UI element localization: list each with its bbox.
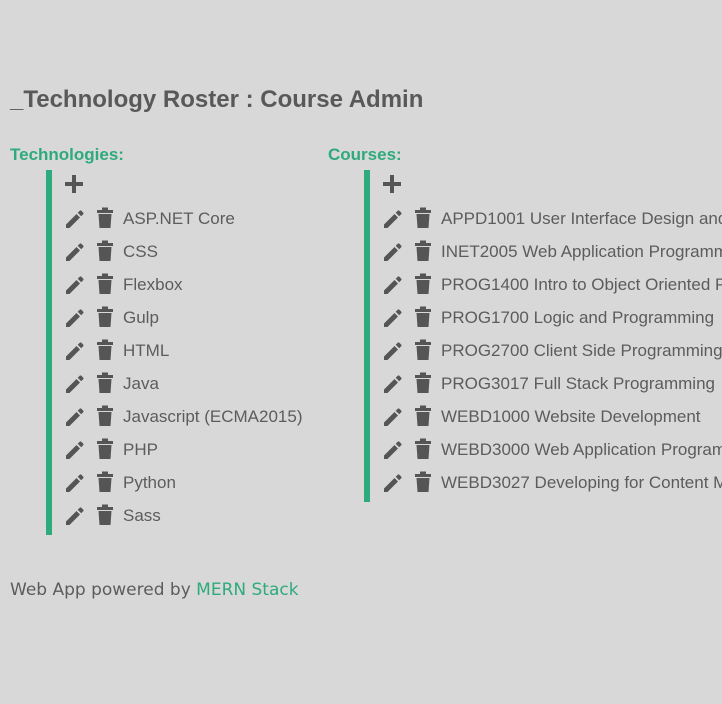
footer-text: Web App powered by [10,580,197,600]
course-label: WEBD1000 Website Development [441,407,701,426]
trash-icon[interactable] [96,306,114,328]
technology-label: Javascript (ECMA2015) [123,407,303,426]
course-label: PROG1700 Logic and Programming [441,308,715,327]
trash-icon[interactable] [96,339,114,361]
trash-icon[interactable] [414,405,432,427]
trash-icon[interactable] [414,372,432,394]
pencil-icon[interactable] [64,406,86,428]
courses-heading: Courses: [328,145,402,164]
course-label: WEBD3027 Developing for Content M [441,473,722,492]
trash-icon[interactable] [96,240,114,262]
footer: Web App powered by MERN Stack [10,580,299,600]
pencil-icon[interactable] [64,373,86,395]
pencil-icon[interactable] [64,307,86,329]
technology-label: Sass [123,506,161,525]
technologies-heading: Technologies: [10,145,124,164]
pencil-icon[interactable] [64,241,86,263]
trash-icon[interactable] [96,207,114,229]
course-label: PROG2700 Client Side Programming [441,341,722,360]
pencil-icon[interactable] [382,472,404,494]
technology-label: ASP.NET Core [123,209,235,228]
trash-icon[interactable] [96,471,114,493]
trash-icon[interactable] [96,273,114,295]
technology-label: HTML [123,341,170,360]
mern-stack-link[interactable]: MERN Stack [196,580,298,600]
course-label: WEBD3000 Web Application Program [441,440,722,459]
pencil-icon[interactable] [382,274,404,296]
trash-icon[interactable] [414,438,432,460]
pencil-icon[interactable] [382,307,404,329]
plus-icon[interactable] [382,174,402,194]
technology-label: Gulp [123,308,159,327]
pencil-icon[interactable] [64,505,86,527]
pencil-icon[interactable] [64,274,86,296]
technology-label: CSS [123,242,158,261]
trash-icon[interactable] [414,240,432,262]
trash-icon[interactable] [414,471,432,493]
pencil-icon[interactable] [382,406,404,428]
trash-icon[interactable] [414,339,432,361]
pencil-icon[interactable] [64,340,86,362]
course-label: PROG1400 Intro to Object Oriented P [441,275,722,294]
technology-label: Java [123,374,159,393]
pencil-icon[interactable] [382,439,404,461]
trash-icon[interactable] [414,207,432,229]
technology-label: PHP [123,440,158,459]
trash-icon[interactable] [414,306,432,328]
pencil-icon[interactable] [64,439,86,461]
pencil-icon[interactable] [382,340,404,362]
pencil-icon[interactable] [382,208,404,230]
technology-label: Python [123,473,176,492]
course-label: PROG3017 Full Stack Programming [441,374,715,393]
page-title: _Technology Roster : Course Admin [10,86,424,113]
trash-icon[interactable] [96,405,114,427]
course-label: APPD1001 User Interface Design and [441,209,722,228]
technology-label: Flexbox [123,275,183,294]
trash-icon[interactable] [96,372,114,394]
plus-icon[interactable] [64,174,84,194]
pencil-icon[interactable] [382,373,404,395]
trash-icon[interactable] [96,438,114,460]
technology-list: ASP.NET Core CSS Flexbox Gulp HTML Java Javasc… [46,170,303,535]
pencil-icon[interactable] [64,208,86,230]
pencil-icon[interactable] [382,241,404,263]
trash-icon[interactable] [414,273,432,295]
course-list: APPD1001 User Interface Design and INET20… [364,170,722,502]
trash-icon[interactable] [96,504,114,526]
course-label: INET2005 Web Application Programm [441,242,722,261]
pencil-icon[interactable] [64,472,86,494]
